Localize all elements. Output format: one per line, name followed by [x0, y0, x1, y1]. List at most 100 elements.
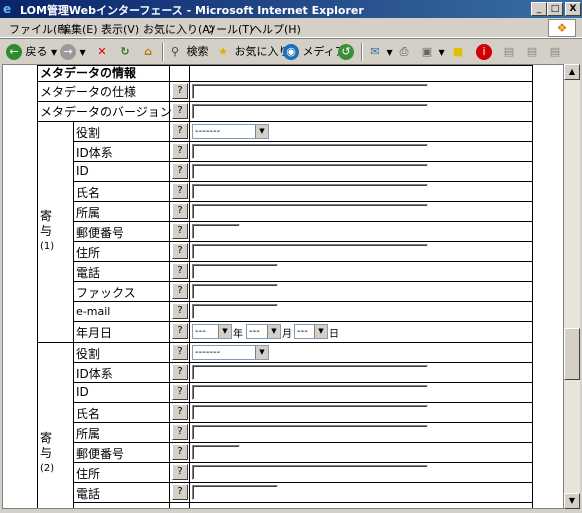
- menu-edit[interactable]: 編集(E): [60, 21, 98, 37]
- help-button[interactable]: ?: [172, 183, 188, 199]
- help-button[interactable]: ?: [172, 344, 188, 360]
- minimize-button[interactable]: _: [531, 2, 547, 16]
- mail-button[interactable]: ✉ ▼: [367, 42, 393, 62]
- c1-role-select[interactable]: ------- ▼: [192, 124, 269, 139]
- menu-view[interactable]: 表示(V): [101, 21, 139, 37]
- scroll-up-button[interactable]: ▲: [564, 64, 580, 80]
- home-icon: ⌂: [144, 45, 152, 58]
- row-divider: [73, 201, 533, 202]
- help-button[interactable]: ?: [172, 103, 188, 119]
- chevron-down-icon: ▼: [218, 325, 231, 338]
- back-dropdown-icon[interactable]: ▼: [51, 48, 57, 57]
- help-button[interactable]: ?: [172, 484, 188, 500]
- c1-address-input[interactable]: [192, 244, 428, 259]
- forward-dropdown-icon[interactable]: ▼: [80, 48, 86, 57]
- menu-favorites[interactable]: お気に入り(A): [143, 21, 214, 37]
- c1-id-input[interactable]: [192, 164, 428, 179]
- document-button-3[interactable]: ▤: [547, 42, 563, 62]
- help-button[interactable]: ?: [172, 123, 188, 139]
- c2-id-label: ID: [76, 385, 89, 399]
- month-unit: 月: [282, 329, 292, 340]
- c2-postal-input[interactable]: [192, 445, 240, 460]
- document-button-2[interactable]: ▤: [524, 42, 540, 62]
- c1-phone-input[interactable]: [192, 264, 278, 279]
- c2-address-input[interactable]: [192, 465, 428, 480]
- forward-button[interactable]: → ▼: [60, 42, 86, 62]
- c1-postal-input[interactable]: [192, 224, 240, 239]
- folder-button[interactable]: ■: [450, 42, 466, 62]
- c1-fax-label: ファックス: [76, 286, 136, 300]
- c2-name-input[interactable]: [192, 405, 428, 420]
- metadata-spec-input[interactable]: [192, 84, 428, 99]
- help-button[interactable]: ?: [172, 424, 188, 440]
- c1-email-input[interactable]: [192, 304, 278, 319]
- c2-id-input[interactable]: [192, 385, 428, 400]
- help-button[interactable]: ?: [172, 444, 188, 460]
- metadata-version-input[interactable]: [192, 104, 428, 119]
- help-button[interactable]: ?: [172, 404, 188, 420]
- help-button[interactable]: ?: [172, 143, 188, 159]
- info-button[interactable]: i: [476, 42, 492, 62]
- menu-help[interactable]: ヘルプ(H): [251, 21, 301, 37]
- row-divider: [73, 321, 533, 322]
- refresh-button[interactable]: ↻: [117, 42, 133, 62]
- row-divider: [73, 301, 533, 302]
- c1-day-select[interactable]: --- ▼: [294, 324, 328, 339]
- maximize-button[interactable]: □: [547, 2, 563, 16]
- menu-tools[interactable]: ツール(T): [205, 21, 253, 37]
- document-button-1[interactable]: ▤: [501, 42, 517, 62]
- help-button[interactable]: ?: [172, 163, 188, 179]
- print-button[interactable]: ⎙: [396, 42, 412, 62]
- vertical-scrollbar[interactable]: ▲ ▼: [564, 64, 580, 509]
- contribution-2-label: 寄 与 (2): [40, 431, 55, 474]
- c2-role-select[interactable]: ------- ▼: [192, 345, 269, 360]
- edit-icon: ▣: [421, 45, 433, 58]
- edit-dropdown-icon[interactable]: ▼: [439, 48, 445, 57]
- c2-id-system-input[interactable]: [192, 365, 428, 380]
- mail-dropdown-icon[interactable]: ▼: [387, 48, 393, 57]
- c1-id-system-label: ID体系: [76, 146, 113, 160]
- help-button[interactable]: ?: [172, 283, 188, 299]
- c1-affiliation-label: 所属: [76, 206, 101, 220]
- help-button[interactable]: ?: [172, 464, 188, 480]
- c2-address-label: 住所: [76, 467, 101, 481]
- c1-name-input[interactable]: [192, 184, 428, 199]
- c2-role-label: 役割: [76, 347, 101, 361]
- row-divider: [73, 261, 533, 262]
- edit-button[interactable]: ▣ ▼: [419, 42, 445, 62]
- help-button[interactable]: ?: [172, 263, 188, 279]
- help-button[interactable]: ?: [172, 364, 188, 380]
- help-button[interactable]: ?: [172, 243, 188, 259]
- media-button[interactable]: ◉ メディア: [283, 42, 346, 62]
- stop-button[interactable]: ✕: [94, 42, 110, 62]
- scroll-down-button[interactable]: ▼: [564, 493, 580, 509]
- search-button[interactable]: ⚲ 検索: [167, 42, 209, 62]
- c1-fax-input[interactable]: [192, 284, 278, 299]
- home-button[interactable]: ⌂: [140, 42, 156, 62]
- c2-phone-input[interactable]: [192, 485, 278, 500]
- back-label: 戻る: [25, 45, 48, 58]
- table-border: [37, 121, 533, 122]
- metadata-version-label: メタデータのバージョン: [40, 105, 172, 119]
- help-button[interactable]: ?: [172, 384, 188, 400]
- toolbar-separator: [361, 43, 363, 61]
- search-label: 検索: [186, 45, 209, 58]
- stop-icon: ✕: [97, 45, 107, 58]
- help-button[interactable]: ?: [172, 203, 188, 219]
- scroll-thumb[interactable]: [564, 328, 580, 380]
- back-button[interactable]: ← 戻る ▼: [6, 42, 57, 62]
- row-divider: [73, 442, 533, 443]
- c1-id-system-input[interactable]: [192, 144, 428, 159]
- c1-affiliation-input[interactable]: [192, 204, 428, 219]
- c1-year-select[interactable]: --- ▼: [192, 324, 232, 339]
- help-button[interactable]: ?: [172, 83, 188, 99]
- toolbar-separator: [162, 43, 164, 61]
- history-button[interactable]: ↺: [338, 42, 354, 62]
- help-button[interactable]: ?: [172, 223, 188, 239]
- close-button[interactable]: X: [565, 2, 581, 16]
- help-button[interactable]: ?: [172, 303, 188, 319]
- help-button[interactable]: ?: [172, 323, 188, 339]
- c2-affiliation-input[interactable]: [192, 425, 428, 440]
- favorites-button[interactable]: ★ お気に入り: [215, 42, 289, 62]
- c1-month-select[interactable]: --- ▼: [246, 324, 281, 339]
